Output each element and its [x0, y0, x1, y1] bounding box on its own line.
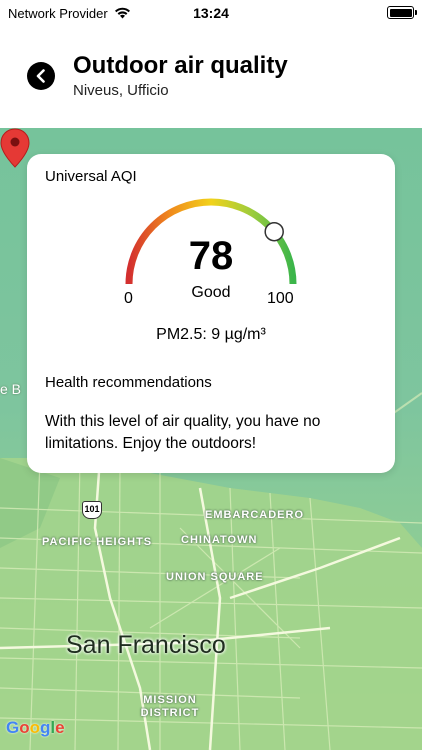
chevron-left-icon: [36, 69, 45, 83]
highway-101-shield: 101: [82, 501, 102, 519]
location-pin-icon[interactable]: [0, 128, 30, 168]
gauge-min-label: 0: [124, 290, 133, 307]
aqi-category: Good: [191, 284, 231, 301]
page-title: Outdoor air quality: [73, 52, 288, 79]
google-logo: Google: [6, 718, 65, 737]
map-label-city: San Francisco: [66, 631, 226, 659]
map-label-chinatown: CHINATOWN: [181, 534, 258, 546]
health-recommendations-title: Health recommendations: [45, 374, 212, 391]
status-bar: Network Provider 13:24: [0, 0, 422, 26]
map-label-embarcadero: EMBARCADERO: [205, 509, 304, 521]
back-button[interactable]: [27, 62, 55, 90]
location-subtitle: Niveus, Ufficio: [73, 82, 169, 99]
header: Outdoor air quality Niveus, Ufficio: [0, 26, 422, 128]
gauge-max-label: 100: [267, 290, 294, 307]
map-label-union-square: UNION SQUARE: [166, 571, 264, 583]
map-label-mission-district: MISSION DISTRICT: [140, 694, 200, 719]
status-time: 13:24: [193, 5, 229, 21]
aqi-card: Universal AQI 78 Good 0 100 PM2.5: 9 µg/…: [27, 154, 395, 473]
dominant-pollutant: PM2.5: 9 µg/m³: [156, 326, 266, 343]
aqi-value: 78: [188, 234, 234, 278]
aqi-card-title: Universal AQI: [45, 168, 137, 185]
battery-icon: [387, 6, 417, 19]
health-recommendations-text: With this level of air quality, you have…: [45, 413, 321, 452]
map-label-pacific-heights: PACIFIC HEIGHTS: [42, 536, 153, 548]
map-edge-label: e B: [0, 381, 22, 397]
